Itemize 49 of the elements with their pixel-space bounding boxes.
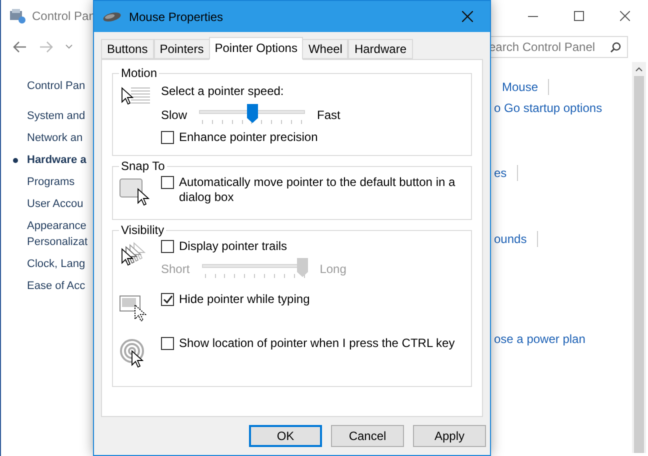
tab[interactable]: Pointer Options <box>208 37 304 60</box>
group-title: Visibility <box>120 222 166 239</box>
checkbox[interactable]: Display pointer trails <box>161 239 465 254</box>
sidebar-item[interactable]: System and <box>27 108 86 124</box>
checkbox[interactable]: Hide pointer while typing <box>161 292 465 307</box>
search-icon <box>610 42 621 52</box>
pointer-speed-label: Select a pointer speed: <box>161 83 285 100</box>
back-icon[interactable] <box>13 41 27 53</box>
dialog-button[interactable]: Apply <box>413 425 486 447</box>
tab[interactable]: Buttons <box>101 39 154 59</box>
link[interactable]: ose a power plan <box>494 330 586 348</box>
mouse-icon <box>102 12 122 22</box>
scrollbar[interactable] <box>632 62 646 453</box>
sidebar-item[interactable]: Clock, Lang <box>27 256 86 272</box>
slider-min-label: Short <box>161 261 190 278</box>
sidebar-item[interactable]: Hardware a <box>27 152 86 168</box>
sidebar-item[interactable]: Appearance Personalizat <box>27 218 88 250</box>
tab[interactable]: Hardware <box>348 39 412 59</box>
slider-max-label: Fast <box>317 107 340 124</box>
group-title: Motion <box>120 65 158 82</box>
tab[interactable]: Wheel <box>302 39 348 59</box>
slider-max-label: Long <box>320 261 346 278</box>
chevron-down-icon[interactable] <box>65 44 73 50</box>
sidebar-item[interactable]: Programs <box>27 174 75 190</box>
link[interactable]: Mouse <box>502 78 538 96</box>
control-panel-icon <box>9 8 27 24</box>
slider-min-label: Slow <box>161 107 188 124</box>
slider-track[interactable] <box>199 104 306 126</box>
sidebar-item[interactable]: Control Pan <box>27 78 86 94</box>
sidebar-item[interactable]: User Accou <box>27 196 84 212</box>
dialog-button[interactable]: OK <box>249 425 322 447</box>
dialog-button[interactable]: Cancel <box>331 425 404 447</box>
forward-icon[interactable] <box>39 41 53 53</box>
close-icon <box>620 11 630 21</box>
checkbox[interactable]: Enhance pointer precision <box>161 130 465 145</box>
link[interactable]: es <box>494 164 507 182</box>
sidebar-item[interactable]: Ease of Acc <box>27 278 86 294</box>
selected-bullet-icon <box>13 158 18 163</box>
tab[interactable]: Pointers <box>154 39 210 59</box>
close-icon <box>462 11 472 22</box>
checkbox[interactable]: Show location of pointer when I press the CTRL key <box>161 336 465 351</box>
checkbox[interactable]: Automatically move pointer to the default button in a dialog box <box>161 175 465 205</box>
sidebar-item[interactable]: Network an <box>27 130 83 146</box>
slider-thumb[interactable] <box>246 104 258 123</box>
checkmark-icon <box>162 295 172 304</box>
dialog-title: Mouse Properties <box>129 8 224 26</box>
group-title: Snap To <box>120 158 166 175</box>
link[interactable]: ounds <box>494 230 527 248</box>
link[interactable]: o Go startup options <box>494 99 602 117</box>
